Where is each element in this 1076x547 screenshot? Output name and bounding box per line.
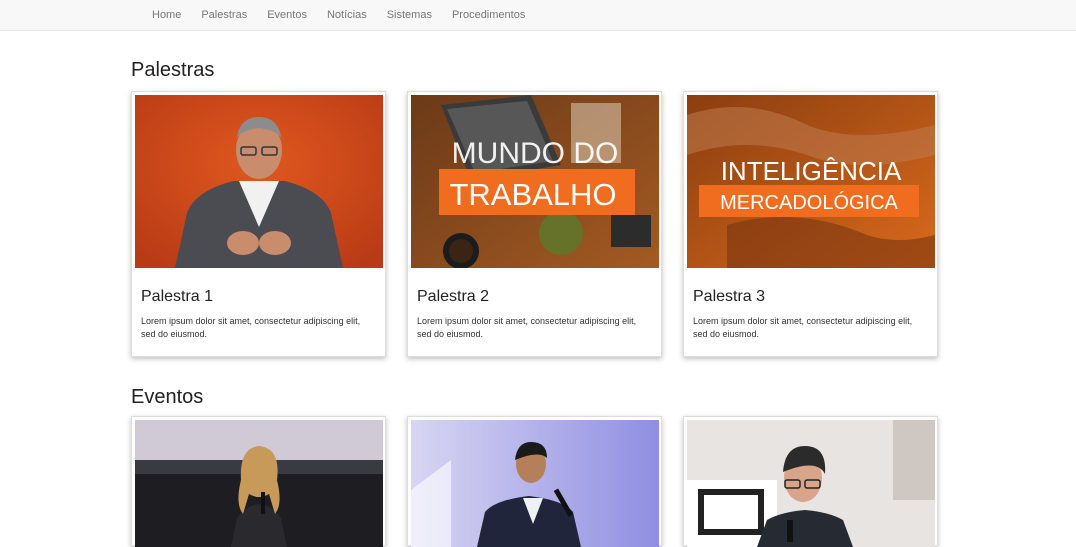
palestra-3-image: INTELIGÊNCIA MERCADOLÓGICA: [687, 95, 935, 268]
evento-2-image: [411, 420, 659, 547]
trabalho-text: TRABALHO: [449, 177, 616, 212]
inteligencia-text: INTELIGÊNCIA: [721, 156, 902, 186]
nav-sistemas-link[interactable]: Sistemas: [377, 9, 442, 21]
palestra-2-image: MUNDO DO TRABALHO: [411, 95, 659, 268]
palestra-3-description: Lorem ipsum dolor sit amet, consectetur …: [693, 316, 913, 339]
evento-1-image: [135, 420, 383, 547]
evento-card-3[interactable]: [683, 416, 938, 547]
palestra-card-3[interactable]: INTELIGÊNCIA MERCADOLÓGICA Palestra 3 Lo…: [683, 91, 938, 357]
palestra-card-1[interactable]: Palestra 1 Lorem ipsum dolor sit amet, c…: [131, 91, 386, 357]
evento-card-2[interactable]: [407, 416, 662, 547]
mercadologica-text: MERCADOLÓGICA: [720, 191, 898, 214]
top-navbar: Home Palestras Eventos Notícias Sistemas…: [0, 0, 1076, 31]
palestra-2-title: Palestra 2: [417, 288, 490, 305]
eventos-cards: [131, 416, 939, 547]
nav-menu: Home Palestras Eventos Notícias Sistemas…: [142, 0, 535, 30]
mundo-do-text: MUNDO DO: [452, 137, 619, 170]
palestra-2-description: Lorem ipsum dolor sit amet, consectetur …: [417, 316, 637, 339]
evento-card-1[interactable]: [131, 416, 386, 547]
palestras-heading: Palestras: [131, 59, 215, 81]
evento-3-image: [687, 420, 935, 547]
nav-home-link[interactable]: Home: [142, 9, 191, 21]
palestras-cards: Palestra 1 Lorem ipsum dolor sit amet, c…: [131, 91, 939, 361]
eventos-heading: Eventos: [131, 386, 204, 408]
nav-noticias-link[interactable]: Notícias: [317, 9, 377, 21]
palestra-3-title: Palestra 3: [693, 288, 766, 305]
palestra-1-title: Palestra 1: [141, 288, 214, 305]
nav-eventos-link[interactable]: Eventos: [257, 9, 317, 21]
nav-palestras-link[interactable]: Palestras: [191, 9, 257, 21]
palestra-1-image: [135, 95, 383, 268]
palestra-1-description: Lorem ipsum dolor sit amet, consectetur …: [141, 316, 361, 339]
palestra-card-2[interactable]: MUNDO DO TRABALHO Palestra 2 Lorem ipsum…: [407, 91, 662, 357]
nav-procedimentos-link[interactable]: Procedimentos: [442, 9, 535, 21]
